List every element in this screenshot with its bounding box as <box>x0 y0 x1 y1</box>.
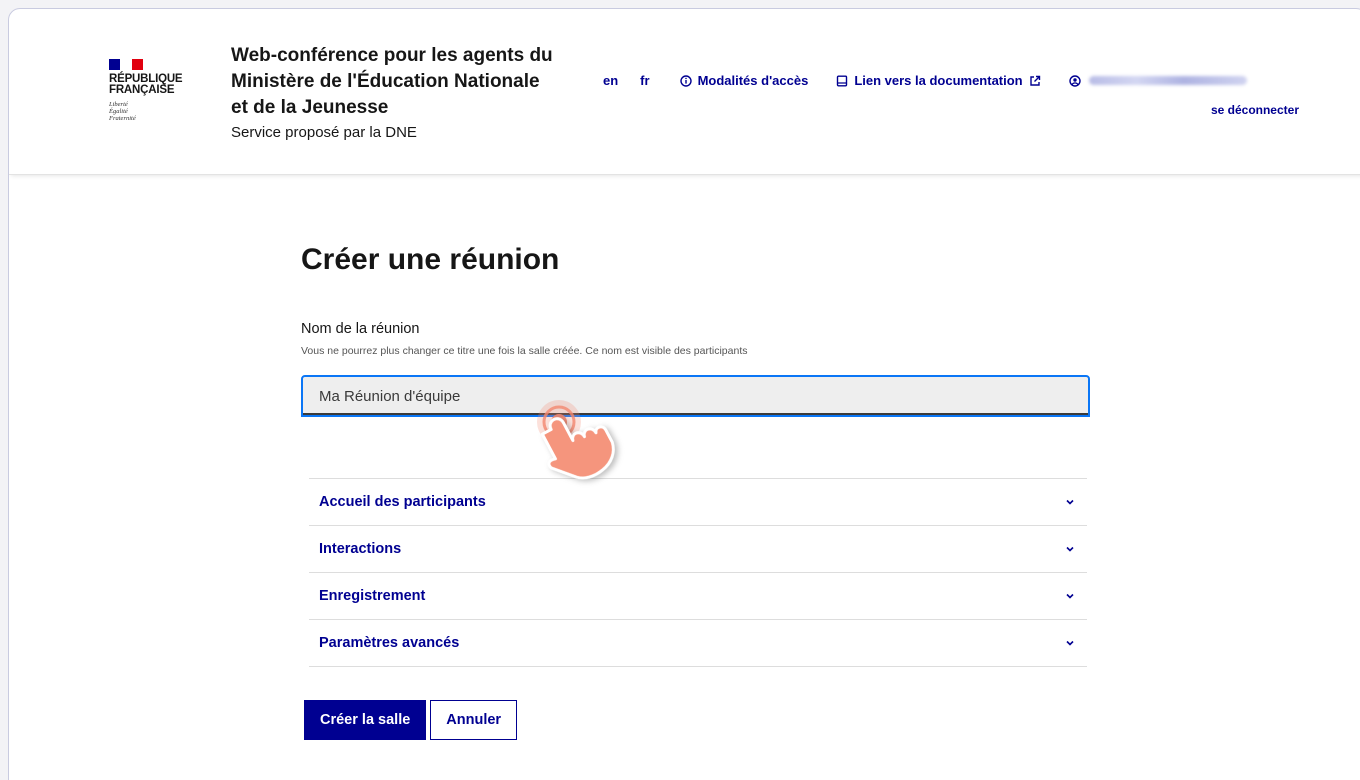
external-link-icon <box>1029 75 1041 87</box>
flag-icon <box>109 59 143 70</box>
documentation-label: Lien vers la documentation <box>854 73 1023 88</box>
service-tagline: Service proposé par la DNE <box>231 124 417 141</box>
page-title: Créer une réunion <box>301 243 560 276</box>
user-circle-icon <box>1068 74 1081 87</box>
meeting-name-label: Nom de la réunion <box>301 321 420 337</box>
info-circle-icon <box>679 74 692 87</box>
service-title: Web-conférence pour les agents du Minist… <box>231 45 553 118</box>
lang-en-link[interactable]: en <box>603 73 618 88</box>
meeting-name-hint: Vous ne pourrez plus changer ce titre un… <box>301 345 748 357</box>
book-icon <box>836 75 848 87</box>
lang-fr-link[interactable]: fr <box>640 73 649 88</box>
accordion-participants-welcome[interactable]: Accueil des participants <box>309 479 1087 526</box>
form-actions: Créer la salle Annuler <box>304 700 518 740</box>
tap-pointer-icon <box>537 400 615 480</box>
site-header: RÉPUBLIQUE FRANÇAISE Liberté Égalité Fra… <box>9 9 1360 175</box>
accordion-label: Interactions <box>319 541 402 557</box>
chevron-down-icon <box>1065 592 1075 600</box>
access-modalities-link[interactable]: Modalités d'accès <box>679 73 809 88</box>
accordion-advanced-settings[interactable]: Paramètres avancés <box>309 620 1087 667</box>
user-name-redacted <box>1088 76 1247 85</box>
logo-name-line2: FRANÇAISE <box>109 84 175 96</box>
settings-accordion: Accueil des participants Interactions En… <box>309 478 1087 667</box>
chevron-down-icon <box>1065 545 1075 553</box>
cancel-button[interactable]: Annuler <box>430 700 518 740</box>
accordion-label: Enregistrement <box>319 588 426 604</box>
app-window: RÉPUBLIQUE FRANÇAISE Liberté Égalité Fra… <box>8 8 1360 780</box>
accordion-interactions[interactable]: Interactions <box>309 526 1087 573</box>
republique-francaise-logo[interactable]: RÉPUBLIQUE FRANÇAISE Liberté Égalité Fra… <box>109 59 199 122</box>
accordion-label: Paramètres avancés <box>319 635 460 651</box>
header-tools-nav: en fr Modalités d'accès Lien vers la doc… <box>603 73 1247 88</box>
logo-motto: Liberté Égalité Fraternité <box>109 101 136 122</box>
accordion-recording[interactable]: Enregistrement <box>309 573 1087 620</box>
service-title-block: Web-conférence pour les agents du Minist… <box>231 43 561 144</box>
chevron-down-icon <box>1065 639 1075 647</box>
meeting-name-input[interactable] <box>301 375 1090 417</box>
documentation-link[interactable]: Lien vers la documentation <box>836 73 1040 88</box>
create-room-button[interactable]: Créer la salle <box>304 700 427 740</box>
chevron-down-icon <box>1065 498 1075 506</box>
user-account[interactable] <box>1068 74 1247 87</box>
logout-link[interactable]: se déconnecter <box>1211 103 1299 117</box>
accordion-label: Accueil des participants <box>319 494 486 510</box>
access-modalities-label: Modalités d'accès <box>697 73 809 88</box>
